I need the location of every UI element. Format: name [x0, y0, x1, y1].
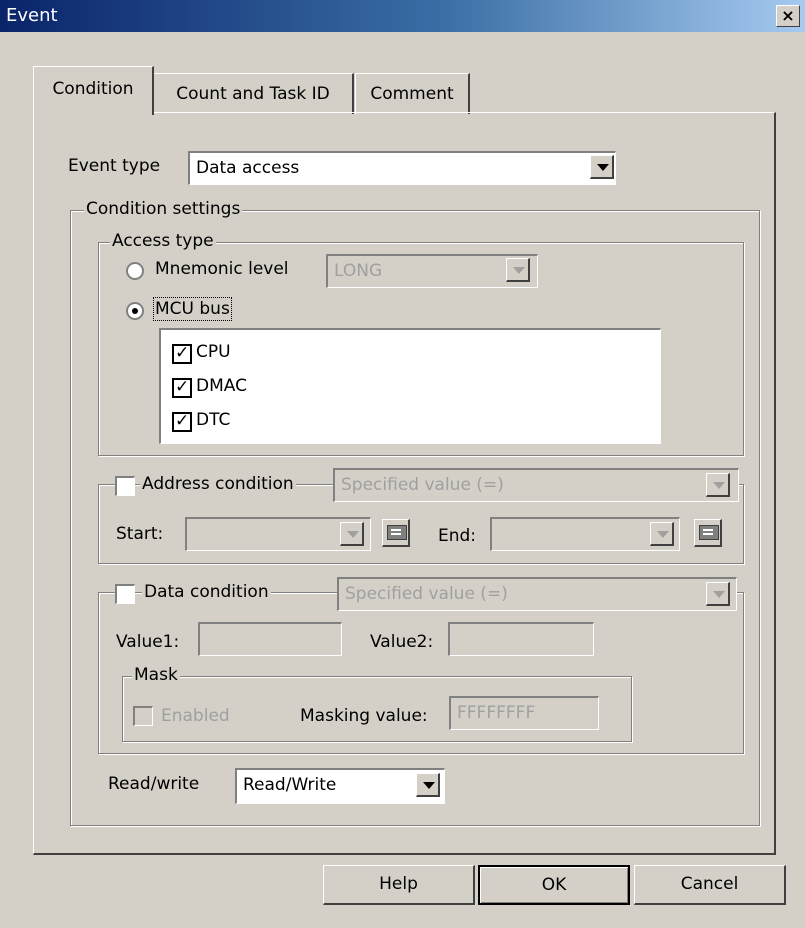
mask-enabled-checkbox[interactable] — [133, 706, 153, 726]
mask-legend: Mask — [132, 665, 180, 685]
masking-value-label: Masking value: — [300, 706, 428, 726]
read-write-value: Read/Write — [243, 775, 337, 795]
read-write-select[interactable]: Read/Write — [235, 768, 445, 804]
address-condition-checkbox[interactable] — [115, 476, 135, 496]
end-dropdown-button[interactable] — [650, 522, 674, 546]
data-condition-mode-select[interactable]: Specified value (=) — [337, 577, 737, 611]
condition-settings-legend: Condition settings — [84, 199, 243, 219]
event-type-value: Data access — [196, 158, 300, 178]
cpu-checkbox[interactable]: ✓ — [172, 343, 192, 364]
dtc-checkbox[interactable]: ✓ — [172, 411, 192, 432]
masking-value: FFFFFFFF — [457, 703, 536, 723]
symbol-browse-icon — [699, 525, 719, 540]
symbol-browse-icon — [387, 525, 407, 540]
mnemonic-level-value: LONG — [334, 261, 383, 281]
access-type-legend: Access type — [110, 231, 216, 251]
close-icon: × — [781, 6, 795, 25]
close-button[interactable]: × — [776, 5, 800, 27]
address-condition-mode-value: Specified value (=) — [341, 475, 504, 495]
check-icon: ✓ — [175, 343, 190, 363]
event-dialog: Event × Condition Count and Task ID Comm… — [0, 0, 805, 928]
cancel-button-label: Cancel — [680, 874, 739, 894]
value1-label: Value1: — [116, 632, 180, 652]
event-type-dropdown-button[interactable] — [590, 155, 614, 179]
help-button[interactable]: Help — [323, 865, 475, 905]
tab-comment[interactable]: Comment — [355, 73, 470, 114]
dmac-checkbox[interactable]: ✓ — [172, 377, 192, 398]
end-label: End: — [438, 526, 477, 546]
value2-input[interactable] — [448, 622, 594, 656]
end-symbol-button[interactable] — [694, 519, 722, 547]
mcu-bus-label: MCU bus — [153, 297, 232, 321]
dtc-label: DTC — [196, 410, 231, 430]
address-mode-dropdown-button[interactable] — [706, 473, 730, 497]
data-condition-checkbox[interactable] — [115, 584, 135, 604]
ok-button-label: OK — [541, 875, 567, 895]
tab-count-and-task-id[interactable]: Count and Task ID — [153, 73, 354, 114]
tab-count-label: Count and Task ID — [176, 84, 330, 104]
tab-comment-label: Comment — [370, 84, 454, 104]
window-title: Event — [6, 5, 58, 26]
read-write-label: Read/write — [108, 774, 200, 794]
check-icon: ✓ — [175, 411, 190, 431]
mnemonic-level-dropdown-button[interactable] — [506, 258, 530, 282]
cpu-label: CPU — [196, 342, 231, 362]
mask-enabled-label: Enabled — [161, 706, 230, 726]
mnemonic-level-radio[interactable] — [126, 262, 144, 280]
tab-condition-label: Condition — [52, 79, 134, 99]
dmac-label: DMAC — [196, 376, 247, 396]
title-bar: Event × — [0, 0, 805, 32]
masking-value-input[interactable]: FFFFFFFF — [449, 696, 599, 730]
ok-button[interactable]: OK — [478, 865, 630, 905]
data-mode-dropdown-button[interactable] — [706, 582, 730, 606]
data-condition-mode-value: Specified value (=) — [345, 584, 508, 604]
mnemonic-level-label: Mnemonic level — [155, 259, 289, 279]
value1-input[interactable] — [198, 622, 342, 656]
start-dropdown-button[interactable] — [340, 522, 364, 546]
event-type-label: Event type — [68, 156, 161, 176]
help-button-label: Help — [379, 874, 418, 894]
start-symbol-button[interactable] — [382, 519, 410, 547]
event-type-select[interactable]: Data access — [188, 151, 616, 185]
read-write-dropdown-button[interactable] — [416, 773, 440, 797]
address-condition-label: Address condition — [140, 474, 296, 494]
value2-label: Value2: — [370, 632, 434, 652]
cancel-button[interactable]: Cancel — [634, 865, 786, 905]
address-condition-mode-select[interactable]: Specified value (=) — [333, 468, 739, 502]
mcu-bus-radio[interactable] — [126, 302, 144, 320]
tab-condition[interactable]: Condition — [33, 66, 154, 115]
data-condition-label: Data condition — [142, 582, 271, 602]
check-icon: ✓ — [175, 377, 190, 397]
start-label: Start: — [116, 524, 164, 544]
